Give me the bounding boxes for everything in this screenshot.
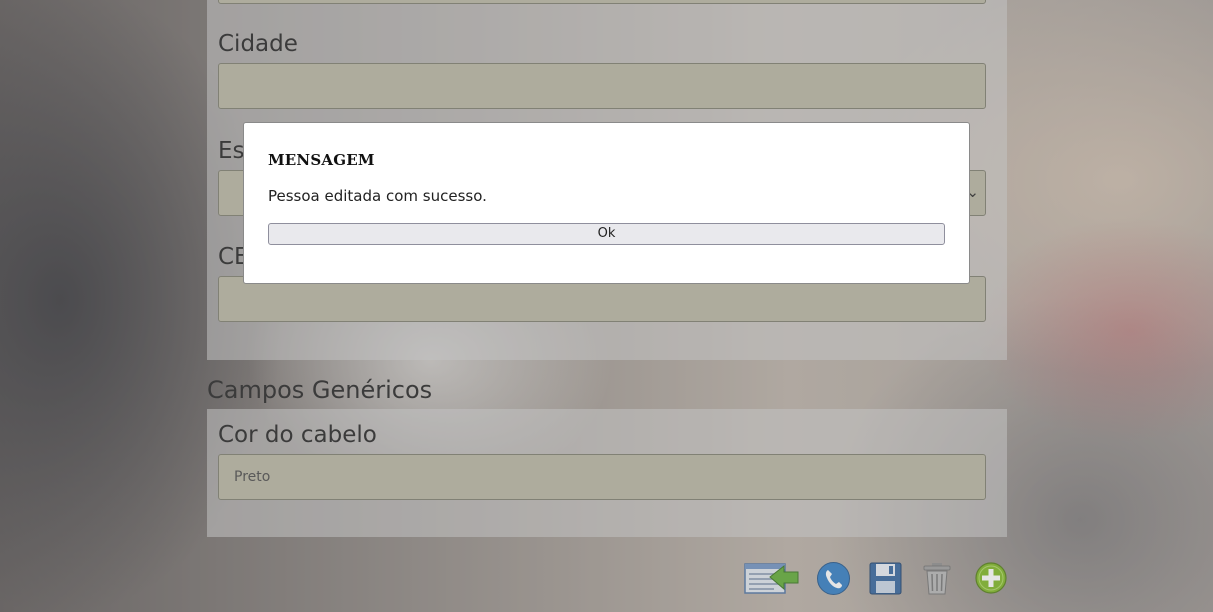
dialog-title: MENSAGEM <box>268 151 375 169</box>
message-dialog: MENSAGEM Pessoa editada com sucesso. Ok <box>243 122 970 284</box>
modal-overlay <box>0 0 1213 612</box>
ok-button[interactable]: Ok <box>268 223 945 245</box>
dialog-message: Pessoa editada com sucesso. <box>268 187 487 205</box>
